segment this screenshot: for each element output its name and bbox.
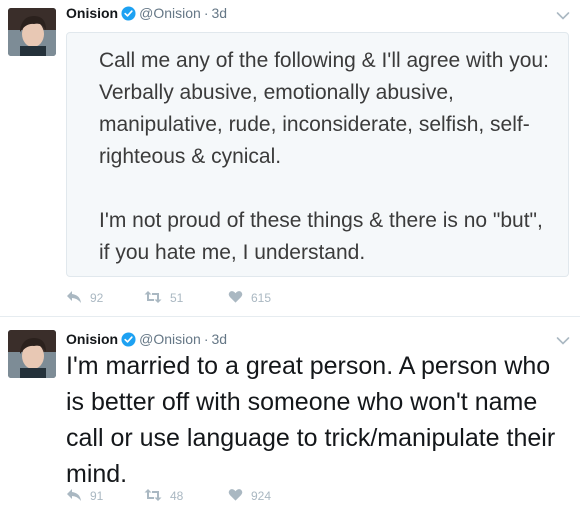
avatar[interactable] [8,330,56,378]
avatar[interactable] [8,8,56,56]
user-handle[interactable]: @Onision [139,5,201,21]
like-count: 924 [251,489,272,503]
display-name[interactable]: Onision [66,331,118,347]
timestamp[interactable]: 3d [211,331,227,347]
tweet-text: I'm married to a great person. A person … [66,352,556,488]
retweet-icon [144,290,162,307]
reply-count: 92 [90,291,104,305]
heart-icon [228,488,243,505]
retweet-icon [144,488,162,505]
reply-button[interactable]: 91 [66,486,103,506]
text-image-card[interactable]: Call me any of the following & I'll agre… [66,32,569,277]
like-button[interactable]: 615 [228,288,271,308]
tweet-header: Onision @Onision · 3d [66,4,227,22]
retweet-count: 51 [170,291,184,305]
separator-dot: · [203,331,209,347]
tweet[interactable]: Onision @Onision · 3d Call me any of the fo… [0,0,580,316]
user-handle[interactable]: @Onision [139,331,201,347]
heart-icon [228,290,243,307]
retweet-button[interactable]: 51 [144,288,183,308]
display-name[interactable]: Onision [66,5,118,21]
tweet[interactable]: Onision @Onision · 3d I'm married to a grea… [0,318,580,508]
retweet-button[interactable]: 48 [144,486,183,506]
verified-badge-icon [121,6,136,25]
reply-icon [66,290,82,307]
like-button[interactable]: 924 [228,486,271,506]
chevron-down-icon[interactable] [556,8,570,20]
chevron-down-icon[interactable] [556,333,570,345]
retweet-count: 48 [170,489,184,503]
image-text: Call me any of the following & I'll agre… [99,49,549,264]
reply-count: 91 [90,489,104,503]
tweet-divider [0,316,580,317]
tweet-header: Onision @Onision · 3d [66,330,227,348]
like-count: 615 [251,291,272,305]
separator-dot: · [203,5,209,21]
reply-button[interactable]: 92 [66,288,103,308]
timestamp[interactable]: 3d [211,5,227,21]
reply-icon [66,488,82,505]
